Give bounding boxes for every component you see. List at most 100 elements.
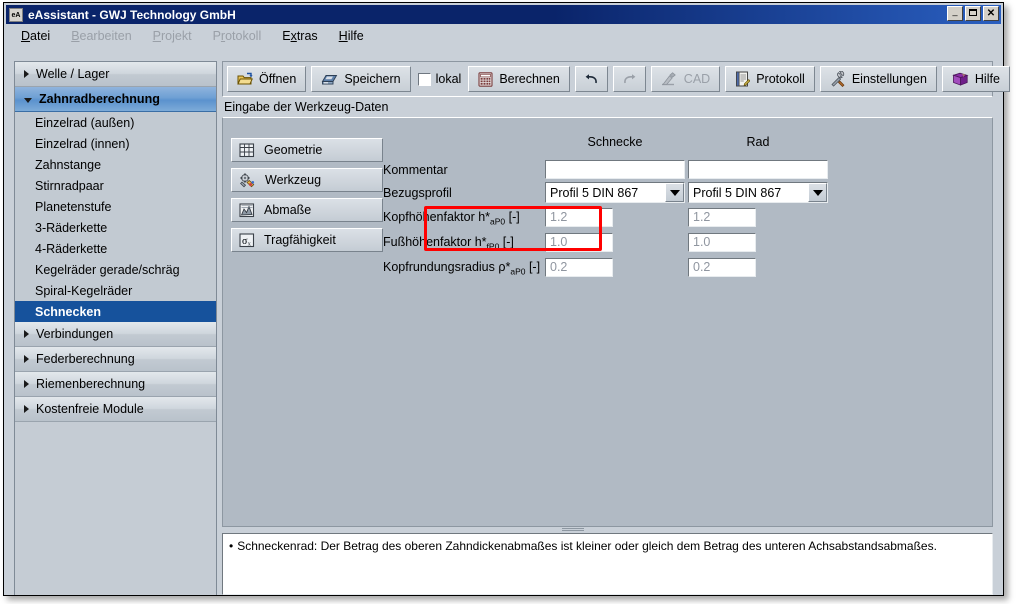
tab-label: Geometrie (264, 143, 322, 157)
local-checkbox-wrapper[interactable]: lokal (418, 72, 462, 86)
combo-bezugsprofil-rad[interactable]: Profil 5 DIN 867 (688, 182, 828, 203)
redo-button[interactable] (613, 66, 646, 92)
cad-button[interactable]: CAD (651, 66, 720, 92)
protocol-button[interactable]: Protokoll (725, 66, 815, 92)
label-unit: [-] (499, 235, 514, 249)
protocol-button-label: Protokoll (756, 72, 805, 86)
label-subscript: fP0 (487, 242, 500, 252)
chevron-right-icon (24, 330, 29, 338)
undo-button[interactable] (575, 66, 608, 92)
sidebar-group-federberechnung[interactable]: Federberechnung (15, 347, 216, 372)
field-kopfrundungsradius-schnecke[interactable]: 0.2 (545, 258, 613, 277)
sidebar-item-spiral-kegelraeder[interactable]: Spiral-Kegelräder (15, 280, 216, 301)
save-button-label: Speichern (344, 72, 400, 86)
menu-projekt[interactable]: Projekt (153, 29, 192, 43)
document-pencil-icon (735, 71, 750, 87)
sidebar-item-label: Stirnradpaar (35, 179, 104, 193)
sidebar-item-einzelrad-aussen[interactable]: Einzelrad (außen) (15, 112, 216, 133)
label-subscript: aP0 (510, 267, 525, 277)
settings-button[interactable]: Einstellungen (820, 66, 937, 92)
label-kopfrundungsradius: Kopfrundungsradius ρ*aP0 [-] (383, 260, 540, 277)
sidebar-group-verbindungen[interactable]: Verbindungen (15, 322, 216, 347)
save-button[interactable]: Speichern (311, 66, 410, 92)
help-button-label: Hilfe (975, 72, 1000, 86)
sidebar-item-label: Einzelrad (innen) (35, 137, 130, 151)
field-kommentar-rad[interactable] (688, 160, 828, 179)
field-kommentar-schnecke[interactable] (545, 160, 685, 179)
settings-button-label: Einstellungen (852, 72, 927, 86)
sidebar-item-einzelrad-innen[interactable]: Einzelrad (innen) (15, 133, 216, 154)
menu-bearbeiten[interactable]: Bearbeiten (71, 29, 131, 43)
sidebar-item-schnecken[interactable]: Schnecken (15, 301, 216, 322)
combo-bezugsprofil-schnecke[interactable]: Profil 5 DIN 867 (545, 182, 685, 203)
label-kopfhoehenfaktor: Kopfhöhenfaktor h*aP0 [-] (383, 210, 520, 227)
tab-label: Tragfähigkeit (264, 233, 336, 247)
field-kopfhoehenfaktor-rad[interactable]: 1.2 (688, 208, 756, 227)
chart-icon (239, 203, 255, 218)
sidebar-item-zahnstange[interactable]: Zahnstange (15, 154, 216, 175)
app-icon: eA (9, 8, 23, 22)
sidebar-group-zahnradberechnung[interactable]: Zahnradberechnung (15, 87, 216, 112)
floppy-disk-icon (321, 72, 338, 87)
sidebar-group-kostenfreie-module[interactable]: Kostenfreie Module (15, 397, 216, 422)
menu-datei[interactable]: Datei (21, 29, 50, 43)
sidebar-item-planetenstufe[interactable]: Planetenstufe (15, 196, 216, 217)
tab-tragfaehigkeit[interactable]: σ σ x Tragfähigkeit (231, 228, 383, 252)
open-button[interactable]: Öffnen (227, 66, 306, 92)
redo-icon (621, 73, 638, 86)
chevron-right-icon (24, 405, 29, 413)
field-fusshoehenfaktor-schnecke[interactable]: 1.0 (545, 233, 613, 252)
field-kopfhoehenfaktor-schnecke[interactable]: 1.2 (545, 208, 613, 227)
sidebar-item-label: Zahnstange (35, 158, 101, 172)
menu-projekt-label: rojekt (161, 29, 192, 43)
label-fusshoehenfaktor: Fußhöhenfaktor h*fP0 [-] (383, 235, 514, 252)
sidebar-item-label: Einzelrad (außen) (35, 116, 134, 130)
label-unit: [-] (505, 210, 520, 224)
application-window: eA eAssistant - GWJ Technology GmbH _ ✕ … (3, 2, 1004, 596)
sidebar-group-welle-lager[interactable]: Welle / Lager (15, 62, 216, 87)
tab-label: Werkzeug (265, 173, 321, 187)
combo-value: Profil 5 DIN 867 (546, 186, 665, 200)
label-subscript: aP0 (490, 217, 505, 227)
label-main: Kopfrundungsradius ρ* (383, 260, 510, 274)
tab-abmasse[interactable]: Abmaße (231, 198, 383, 222)
tab-geometrie[interactable]: Geometrie (231, 138, 383, 162)
sidebar-item-4-raederkette[interactable]: 4-Räderkette (15, 238, 216, 259)
splitter-handle[interactable] (562, 527, 584, 532)
sidebar-group-label: Welle / Lager (36, 67, 109, 81)
toolbar: Öffnen Speichern lokal (222, 61, 993, 97)
section-title: Eingabe der Werkzeug-Daten (224, 100, 388, 114)
tab-werkzeug[interactable]: Werkzeug (231, 168, 383, 192)
title-bar: eA eAssistant - GWJ Technology GmbH _ ✕ (6, 5, 1001, 24)
sidebar-item-stirnradpaar[interactable]: Stirnradpaar (15, 175, 216, 196)
chevron-down-icon[interactable] (665, 183, 684, 202)
chevron-down-icon[interactable] (808, 183, 827, 202)
menu-hilfe-label: ilfe (348, 29, 364, 43)
close-button[interactable]: ✕ (983, 6, 999, 21)
sidebar-group-label: Kostenfreie Module (36, 402, 144, 416)
menu-hilfe[interactable]: Hilfe (339, 29, 364, 43)
message-panel: •Schneckenrad: Der Betrag des oberen Zah… (222, 533, 993, 595)
menu-protokoll[interactable]: Protokoll (213, 29, 262, 43)
tools-icon (830, 71, 846, 87)
field-fusshoehenfaktor-rad[interactable]: 1.0 (688, 233, 756, 252)
field-kopfrundungsradius-rad[interactable]: 0.2 (688, 258, 756, 277)
calculate-button[interactable]: Berechnen (468, 66, 569, 92)
column-header-schnecke: Schnecke (545, 135, 685, 149)
menu-datei-label: atei (30, 29, 50, 43)
chevron-right-icon (24, 70, 29, 78)
local-checkbox[interactable] (418, 73, 431, 86)
maximize-button[interactable] (965, 6, 981, 21)
minimize-button[interactable]: _ (947, 6, 963, 21)
main-panel: Öffnen Speichern lokal (222, 61, 993, 595)
sidebar-group-riemenberechnung[interactable]: Riemenberechnung (15, 372, 216, 397)
help-button[interactable]: ? Hilfe (942, 66, 1010, 92)
undo-icon (583, 73, 600, 86)
label-kommentar: Kommentar (383, 163, 448, 177)
menu-bearbeiten-label: earbeiten (80, 29, 132, 43)
sidebar-item-kegelraeder[interactable]: Kegelräder gerade/schräg (15, 259, 216, 280)
sidebar-item-3-raederkette[interactable]: 3-Räderkette (15, 217, 216, 238)
menu-extras[interactable]: Extras (282, 29, 317, 43)
label-main: Kopfhöhenfaktor h* (383, 210, 490, 224)
window-title: eAssistant - GWJ Technology GmbH (28, 8, 236, 22)
